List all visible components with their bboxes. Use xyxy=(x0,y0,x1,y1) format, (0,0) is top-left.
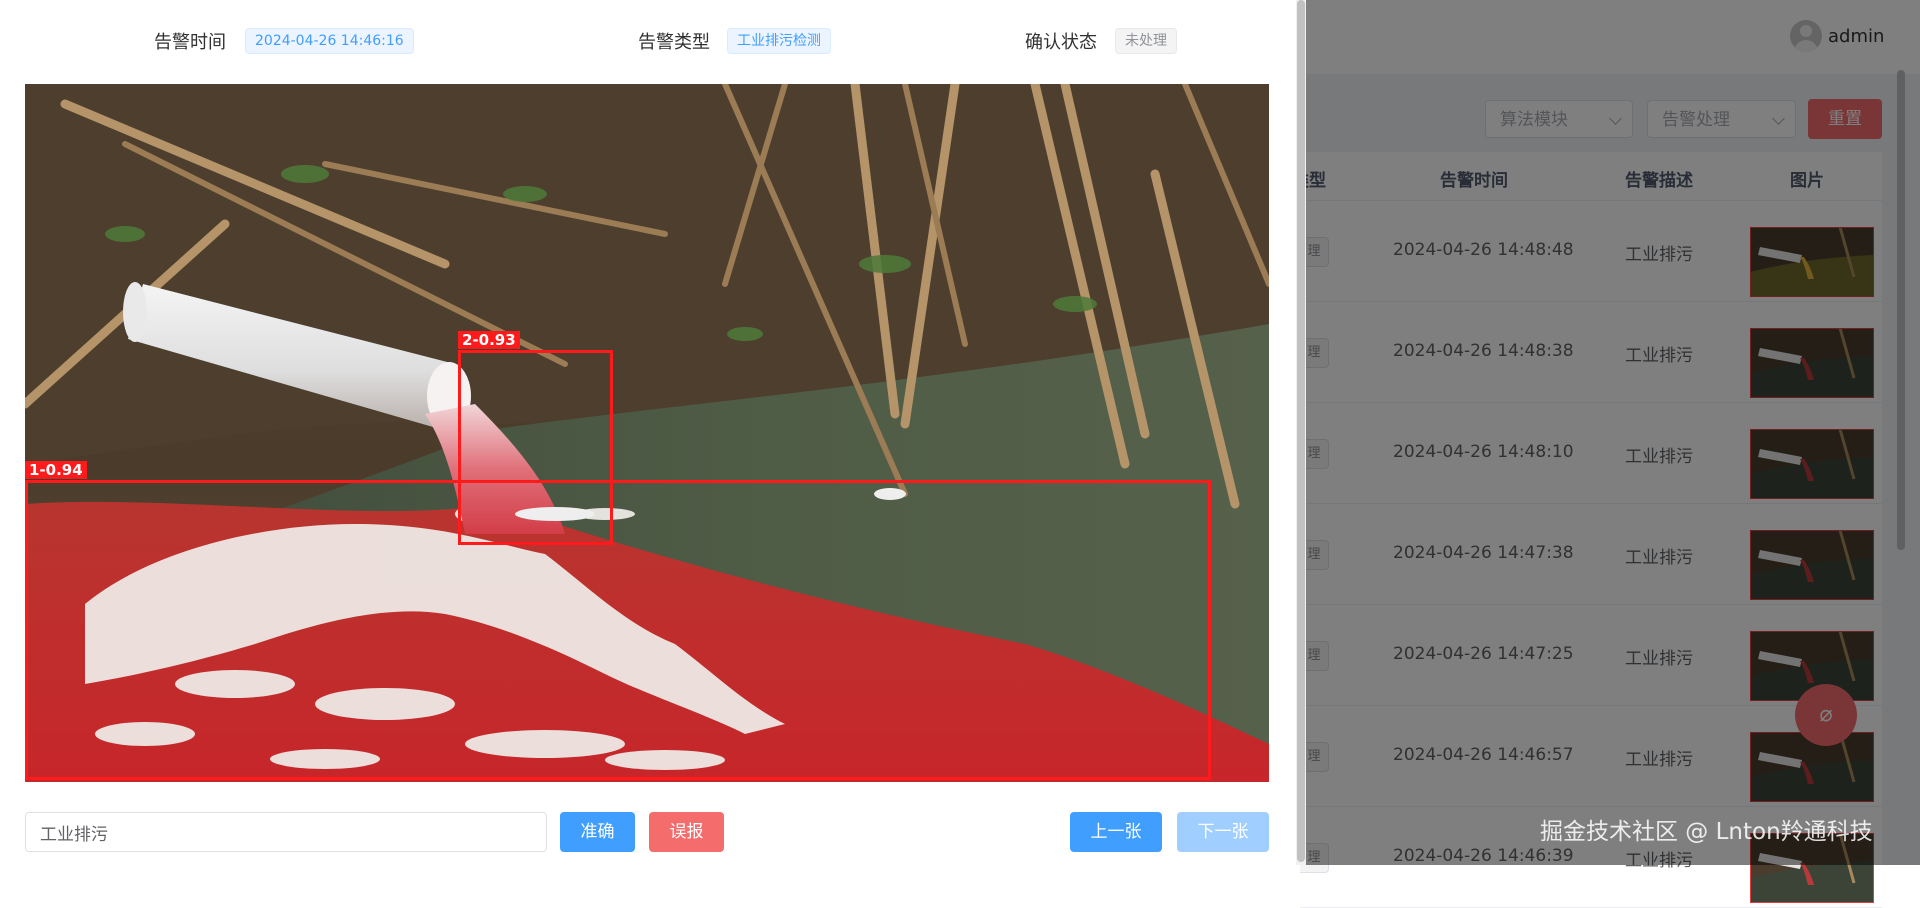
alarm-detail-dialog: 告警时间 2024-04-26 14:46:16 告警类型 工业排污检测 确认状… xyxy=(0,0,1296,865)
detection-box-1 xyxy=(25,480,1211,780)
watermark: 掘金技术社区 @ Lnton羚通科技 xyxy=(1540,819,1873,845)
detection-label-2: 2-0.93 xyxy=(458,331,520,349)
alarm-type-label: 告警类型 xyxy=(638,32,710,53)
dialog-scrollbar-thumb[interactable] xyxy=(1297,0,1305,862)
detection-box-2 xyxy=(458,350,613,545)
next-image-button[interactable]: 下一张 xyxy=(1177,812,1269,852)
alarm-time-label: 告警时间 xyxy=(154,32,226,53)
result-description-input[interactable] xyxy=(25,812,547,852)
detection-label-1: 1-0.94 xyxy=(25,461,87,479)
accurate-button[interactable]: 准确 xyxy=(560,812,635,852)
dialog-scrollbar[interactable] xyxy=(1296,0,1306,865)
previous-image-button[interactable]: 上一张 xyxy=(1070,812,1162,852)
alarm-image[interactable]: 1-0.94 2-0.93 xyxy=(25,84,1269,782)
false-alarm-button[interactable]: 误报 xyxy=(649,812,724,852)
confirm-status-label: 确认状态 xyxy=(1025,32,1097,53)
alarm-type-tag: 工业排污检测 xyxy=(727,28,831,54)
confirm-status-tag: 未处理 xyxy=(1115,28,1177,54)
alarm-time-tag: 2024-04-26 14:46:16 xyxy=(245,28,414,54)
